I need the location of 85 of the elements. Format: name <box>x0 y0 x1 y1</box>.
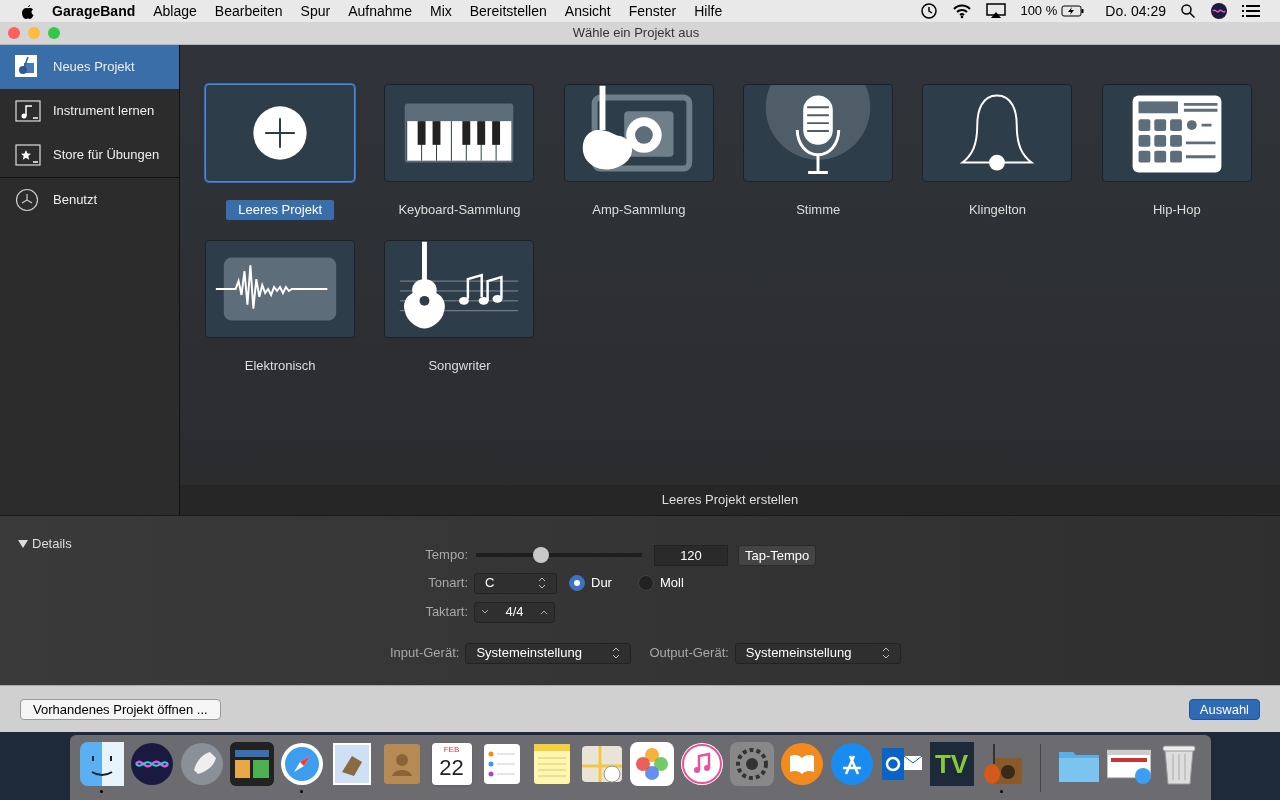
template-label: Elektronisch <box>243 356 317 375</box>
template-tile[interactable] <box>563 84 714 182</box>
sidebar-item[interactable]: Store für Übungen <box>0 133 179 177</box>
music-note-icon <box>15 99 41 123</box>
tap-tempo-button[interactable]: Tap-Tempo <box>738 544 817 566</box>
open-book-icon[interactable] <box>779 742 824 786</box>
field-label: Taktart: <box>424 603 468 622</box>
menu-item[interactable]: Hilfe <box>694 0 723 22</box>
airplay-icon <box>986 3 1007 19</box>
letter-a-icon[interactable] <box>829 742 874 786</box>
gear-icon[interactable] <box>729 742 774 786</box>
template-tile[interactable] <box>205 239 356 338</box>
menu-item[interactable]: Bearbeiten <box>214 0 283 22</box>
time-machine-icon <box>920 2 939 20</box>
field-label: Output-Gerät: <box>649 644 729 663</box>
updown-caret-icon <box>612 647 621 659</box>
siri-icon <box>1210 2 1228 20</box>
triangle-down-icon <box>18 538 28 549</box>
template-label: Songwriter <box>427 356 492 375</box>
template-tile[interactable] <box>205 84 356 182</box>
template-label: Klingelton <box>967 201 1028 219</box>
template-tile[interactable] <box>1101 84 1252 182</box>
template-tile[interactable] <box>922 84 1073 182</box>
tv-app-icon[interactable]: TV <box>929 742 974 786</box>
output-dropdown[interactable]: Systemeinstellung <box>734 642 901 664</box>
compass-icon[interactable] <box>279 742 324 786</box>
window-title: Wähle ein Projekt aus <box>572 24 700 43</box>
menu-item[interactable]: Fenster <box>628 0 677 22</box>
calendar-month: FEB <box>443 745 460 755</box>
sidebar-item[interactable]: Instrument lernen <box>0 89 179 133</box>
mode-radio[interactable]: Dur <box>569 573 612 593</box>
template-label: Amp-Sammlung <box>591 201 687 219</box>
calendar-app-icon[interactable]: FEB 22 <box>431 743 472 785</box>
wifi-icon <box>952 3 973 19</box>
apple-logo-icon <box>20 3 34 19</box>
tempo-field[interactable]: 120 <box>654 544 728 566</box>
stepper-value: 4/4 <box>505 603 524 622</box>
clock-icon <box>15 187 41 212</box>
app-menu[interactable]: GarageBand <box>52 0 136 22</box>
windows-icon[interactable] <box>229 742 274 786</box>
template-label: Leeres Projekt <box>226 200 335 220</box>
details-disclosure[interactable]: Details <box>18 534 72 554</box>
template-label: Stimme <box>795 201 842 219</box>
radio-label: Dur <box>591 574 612 593</box>
field-label: Input-Gerät: <box>390 644 460 663</box>
battery-icon <box>1061 5 1086 17</box>
menu-item[interactable]: Aufnahme <box>348 0 412 22</box>
open-project-button[interactable]: Vorhandenes Projekt öffnen ... <box>20 698 221 720</box>
flower-icon[interactable] <box>629 742 674 786</box>
finder-face-icon[interactable] <box>79 742 124 786</box>
time-signature-stepper[interactable]: 4/4 <box>474 601 555 623</box>
sidebar-item[interactable]: Neues Projekt <box>0 45 179 89</box>
menu-clock[interactable]: Do. 04:29 <box>1105 0 1166 22</box>
updown-caret-icon <box>538 577 546 589</box>
template-label: Keyboard-Sammlung <box>397 201 522 219</box>
siri-orb-icon[interactable] <box>129 742 174 786</box>
radio-label: Moll <box>659 574 684 593</box>
chevron-down-icon <box>481 609 489 615</box>
menu-item[interactable]: Bereitstellen <box>469 0 547 22</box>
mode-radio[interactable]: Moll <box>637 573 684 593</box>
battery-percentage: 100 % <box>1020 2 1058 21</box>
calendar-day: 22 <box>439 755 464 781</box>
menu-item[interactable]: Ablage <box>153 0 197 22</box>
key-dropdown[interactable]: C <box>474 572 557 594</box>
action-label: Leeres Projekt erstellen <box>661 491 799 510</box>
sidebar-item[interactable]: Benutzt <box>0 177 179 221</box>
template-tile[interactable] <box>384 84 535 182</box>
field-label: Tonart: <box>427 574 468 593</box>
template-tile[interactable] <box>384 239 535 338</box>
radio-button[interactable] <box>569 575 585 591</box>
music-note-icon[interactable] <box>679 742 724 786</box>
template-label: Hip-Hop <box>1151 201 1202 219</box>
chevron-up-icon <box>540 609 548 615</box>
slider-thumb[interactable] <box>532 547 549 563</box>
menu-item[interactable]: Ansicht <box>564 0 611 22</box>
input-dropdown[interactable]: Systemeinstellung <box>465 642 632 664</box>
updown-caret-icon <box>881 647 890 659</box>
menu-item[interactable]: Spur <box>300 0 331 22</box>
menu-list-icon <box>1242 4 1260 18</box>
template-tile[interactable] <box>743 84 894 182</box>
menu-item[interactable]: Mix <box>429 0 452 22</box>
radio-button[interactable] <box>637 575 654 591</box>
search-icon <box>1180 3 1196 19</box>
field-label: Tempo: <box>424 546 468 565</box>
choose-button[interactable]: Auswahl <box>1188 698 1260 720</box>
